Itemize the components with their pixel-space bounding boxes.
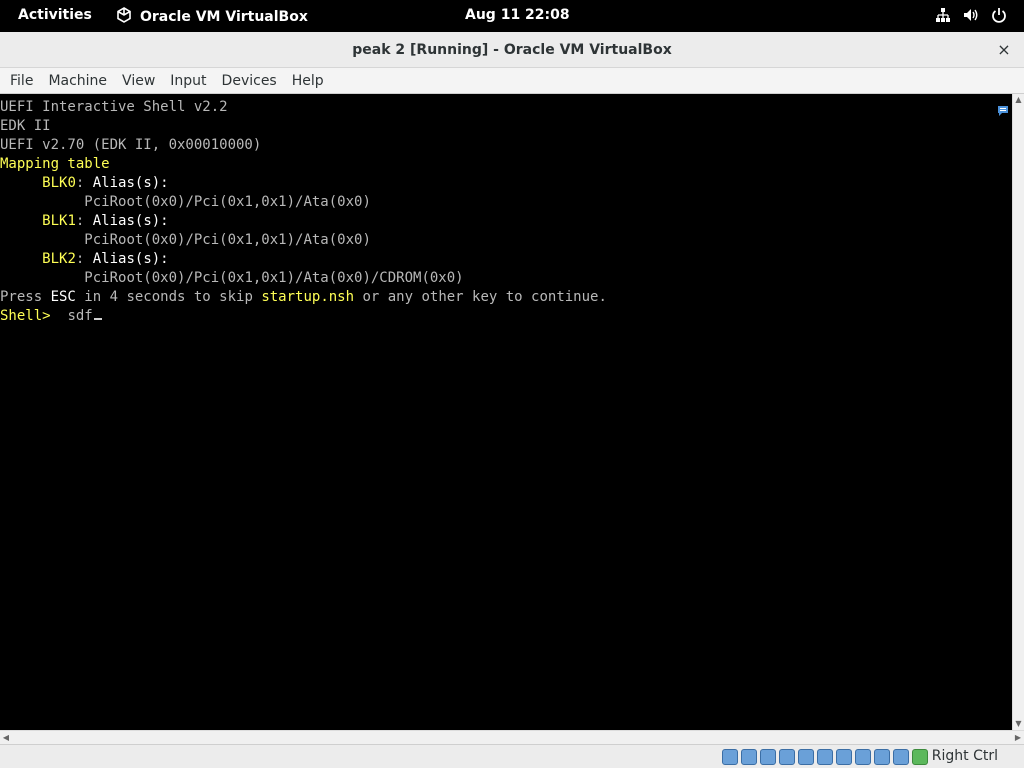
video-capture-icon[interactable] [855,749,871,765]
countdown-text: in 4 seconds to skip [75,289,262,305]
notification-bubble-icon[interactable] [997,102,1009,116]
typed-command: sdf [67,308,93,324]
menu-machine[interactable]: Machine [48,73,107,89]
network-adapter-icon[interactable] [779,749,795,765]
hard-disk-icon[interactable] [722,749,738,765]
shell-prompt: Shell> [0,308,51,324]
virtualbox-cube-icon [116,7,132,27]
app-menu-label: Oracle VM VirtualBox [140,9,308,25]
device-blk1: BLK1 [42,213,76,229]
menu-devices[interactable]: Devices [222,73,277,89]
device-blk0: BLK0 [42,175,76,191]
shared-folders-icon[interactable] [817,749,833,765]
console-line: UEFI Interactive Shell v2.2 [0,99,228,115]
console-line: UEFI v2.70 (EDK II, 0x00010000) [0,137,262,153]
menu-help[interactable]: Help [292,73,324,89]
host-key-label[interactable]: Right Ctrl [932,748,998,764]
power-icon[interactable] [990,6,1008,24]
optical-drive-icon[interactable] [741,749,757,765]
horizontal-scrollbar[interactable]: ◀ ▶ [0,730,1024,744]
menu-bar: File Machine View Input Devices Help [0,68,1024,94]
gnome-top-bar: Activities Oracle VM VirtualBox Aug 11 2… [0,0,1024,32]
continue-text: or any other key to continue. [354,289,607,305]
app-menu[interactable]: Oracle VM VirtualBox [116,7,308,27]
display-icon[interactable] [836,749,852,765]
device-blk2: BLK2 [42,251,76,267]
system-tray[interactable] [934,6,1008,24]
vm-status-bar: Right Ctrl [0,744,1024,768]
virtualization-icon[interactable] [874,749,890,765]
text-cursor [93,318,102,320]
scroll-left-arrow-icon[interactable]: ◀ [0,731,12,744]
window-title: peak 2 [Running] - Oracle VM VirtualBox [352,42,672,58]
cpu-activity-icon[interactable] [893,749,909,765]
alias-label: Alias(s): [84,251,169,267]
mouse-integration-icon[interactable] [912,749,928,765]
mapping-table-heading: Mapping table [0,156,110,172]
console-line: EDK II [0,118,51,134]
menu-file[interactable]: File [10,73,33,89]
audio-icon[interactable] [760,749,776,765]
activities-button[interactable]: Activities [18,7,92,23]
volume-icon[interactable] [962,6,980,24]
usb-icon[interactable] [798,749,814,765]
menu-view[interactable]: View [122,73,155,89]
press-text: Press [0,289,51,305]
startup-script-name: startup.nsh [261,289,355,305]
network-icon[interactable] [934,6,952,24]
scroll-down-arrow-icon[interactable]: ▼ [1013,718,1024,730]
clock[interactable]: Aug 11 22:08 [465,7,570,23]
vertical-scrollbar[interactable]: ▲ ▼ [998,94,1024,730]
device-path: PciRoot(0x0)/Pci(0x1,0x1)/Ata(0x0) [84,232,371,248]
device-path: PciRoot(0x0)/Pci(0x1,0x1)/Ata(0x0) [84,194,371,210]
device-path: PciRoot(0x0)/Pci(0x1,0x1)/Ata(0x0)/CDROM… [84,270,464,286]
esc-key-text: ESC [50,289,76,305]
alias-label: Alias(s): [84,175,169,191]
vm-console-screen[interactable]: UEFI Interactive Shell v2.2 EDK II UEFI … [0,94,1012,730]
uefi-shell-output: UEFI Interactive Shell v2.2 EDK II UEFI … [0,98,607,326]
window-titlebar[interactable]: peak 2 [Running] - Oracle VM VirtualBox … [0,32,1024,68]
scroll-up-arrow-icon[interactable]: ▲ [1013,94,1024,106]
alias-label: Alias(s): [84,213,169,229]
scroll-right-arrow-icon[interactable]: ▶ [1012,731,1024,744]
device-indicators [722,749,928,765]
menu-input[interactable]: Input [170,73,206,89]
close-icon[interactable]: × [994,40,1014,60]
